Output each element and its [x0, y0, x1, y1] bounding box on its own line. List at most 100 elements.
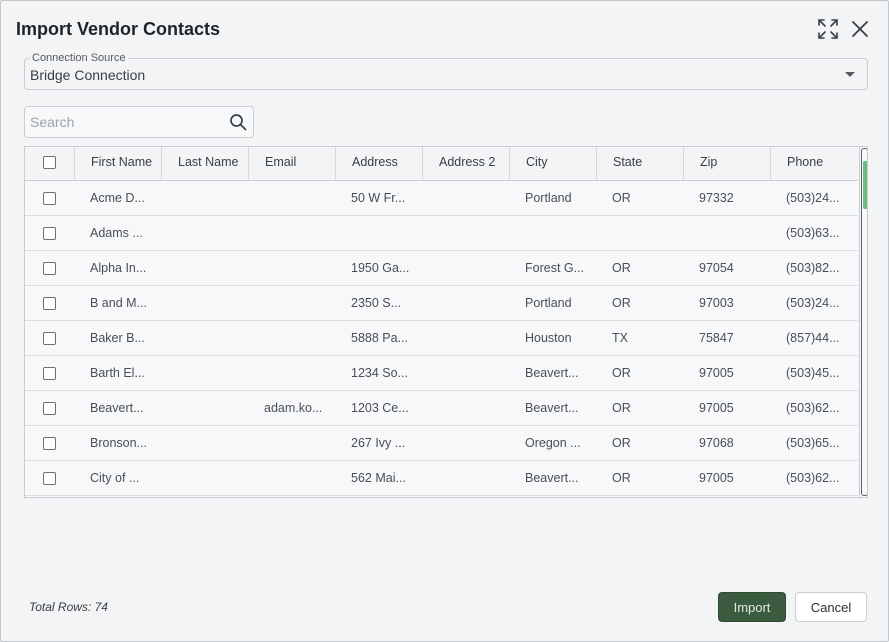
cell-first-name: Alpha In... — [90, 261, 147, 275]
cell-state: OR — [612, 191, 631, 205]
cell-first-name: Barth El... — [90, 366, 145, 380]
connection-source-value: Bridge Connection — [30, 67, 146, 83]
column-header-zip[interactable]: Zip — [683, 147, 770, 180]
connection-source-select[interactable]: Connection Source Bridge Connection — [24, 52, 868, 90]
cell-city: Houston — [525, 331, 572, 345]
cell-address-2 — [422, 216, 509, 250]
cell-last-name — [161, 216, 248, 250]
row-checkbox[interactable] — [43, 402, 56, 415]
expand-icon[interactable] — [816, 17, 840, 41]
table-row[interactable]: B and M... 2350 S... Portland OR 97003 (503)2… — [25, 286, 858, 321]
cell-city: Beavert... — [525, 366, 579, 380]
cell-address — [335, 216, 422, 250]
row-checkbox[interactable] — [43, 192, 56, 205]
cell-address-2 — [422, 461, 509, 495]
select-all-checkbox[interactable] — [43, 156, 56, 169]
cell-first-name: Beavert... — [90, 401, 144, 415]
cell-email — [248, 251, 335, 285]
cell-phone: (503)82... — [786, 261, 840, 275]
cell-state: OR — [612, 366, 631, 380]
cell-city: Forest G... — [525, 261, 585, 275]
column-header-address-2[interactable]: Address 2 — [422, 147, 509, 180]
cell-state: OR — [612, 471, 631, 485]
cell-zip — [683, 216, 770, 250]
cell-address-2 — [422, 251, 509, 285]
cell-city — [509, 216, 596, 250]
cell-address-2 — [422, 426, 509, 460]
import-button[interactable]: Import — [718, 592, 786, 622]
cell-phone: (503)62... — [786, 471, 840, 485]
table-scrollbar[interactable] — [859, 147, 867, 497]
table-row[interactable]: Barth El... 1234 So... Beavert... OR 97005 (5… — [25, 356, 858, 391]
cell-address-2 — [422, 321, 509, 355]
cell-zip: 97068 — [699, 436, 734, 450]
table-row[interactable]: City of ... 562 Mai... Beavert... OR 97005 (5… — [25, 461, 858, 496]
cell-address: 2350 S... — [351, 296, 402, 310]
search-icon[interactable] — [229, 113, 247, 131]
column-header-email[interactable]: Email — [248, 147, 335, 180]
close-icon[interactable] — [848, 17, 872, 41]
cell-first-name: Adams ... — [90, 226, 143, 240]
cell-phone: (503)24... — [786, 296, 840, 310]
chevron-down-icon[interactable] — [845, 72, 855, 77]
row-checkbox[interactable] — [43, 262, 56, 275]
cell-address: 267 Ivy ... — [351, 436, 406, 450]
table-header: First Name Last Name Email Address Addre… — [25, 147, 858, 181]
cell-zip: 97003 — [699, 296, 734, 310]
cell-last-name — [161, 356, 248, 390]
cancel-button[interactable]: Cancel — [795, 592, 867, 622]
cell-email: adam.ko... — [264, 401, 323, 415]
table-row[interactable]: Adams ... (503)63... — [25, 216, 858, 251]
row-checkbox[interactable] — [43, 367, 56, 380]
cell-first-name: Bronson... — [90, 436, 147, 450]
table-row[interactable]: Baker B... 5888 Pa... Houston TX 75847 (857)4… — [25, 321, 858, 356]
scrollbar-thumb[interactable] — [863, 161, 867, 209]
cell-state: TX — [612, 331, 628, 345]
cell-email — [248, 216, 335, 250]
cell-phone: (503)65... — [786, 436, 840, 450]
cell-phone: (857)44... — [786, 331, 840, 345]
cell-state: OR — [612, 436, 631, 450]
cell-last-name — [161, 251, 248, 285]
import-vendor-contacts-dialog: Import Vendor Contacts Connection Source… — [0, 0, 889, 642]
contacts-table: First Name Last Name Email Address Addre… — [24, 146, 868, 498]
column-header-state[interactable]: State — [596, 147, 683, 180]
column-header-last-name[interactable]: Last Name — [161, 147, 248, 180]
cell-zip: 75847 — [699, 331, 734, 345]
scrollbar-track[interactable] — [861, 148, 867, 496]
cell-email — [248, 321, 335, 355]
cell-address: 5888 Pa... — [351, 331, 408, 345]
cell-last-name — [161, 426, 248, 460]
cell-phone: (503)62... — [786, 401, 840, 415]
column-header-first-name[interactable]: First Name — [74, 147, 161, 180]
cell-address: 562 Mai... — [351, 471, 406, 485]
cell-city: Beavert... — [525, 401, 579, 415]
cell-phone: (503)24... — [786, 191, 840, 205]
cell-state: OR — [612, 296, 631, 310]
column-header-address[interactable]: Address — [335, 147, 422, 180]
cell-last-name — [161, 321, 248, 355]
cell-last-name — [161, 181, 248, 215]
cell-state: OR — [612, 401, 631, 415]
row-checkbox[interactable] — [43, 227, 56, 240]
total-rows-count: Total Rows: 74 — [29, 600, 108, 614]
cell-state — [596, 216, 683, 250]
row-checkbox[interactable] — [43, 472, 56, 485]
table-row[interactable]: Acme D... 50 W Fr... Portland OR 97332 (503)2… — [25, 181, 858, 216]
cell-first-name: City of ... — [90, 471, 140, 485]
cell-address: 50 W Fr... — [351, 191, 406, 205]
column-header-city[interactable]: City — [509, 147, 596, 180]
row-checkbox[interactable] — [43, 297, 56, 310]
table-row[interactable]: Bronson... 267 Ivy ... Oregon ... OR 97068 (5… — [25, 426, 858, 461]
cell-address: 1203 Ce... — [351, 401, 409, 415]
table-row[interactable]: Alpha In... 1950 Ga... Forest G... OR 97054 (… — [25, 251, 858, 286]
cell-address-2 — [422, 286, 509, 320]
search-input[interactable] — [30, 114, 220, 130]
cell-email — [248, 461, 335, 495]
connection-source-label: Connection Source — [30, 52, 128, 64]
row-checkbox[interactable] — [43, 332, 56, 345]
column-header-phone[interactable]: Phone — [770, 147, 858, 180]
row-checkbox[interactable] — [43, 437, 56, 450]
table-row[interactable]: Beavert... adam.ko... 1203 Ce... Beavert...… — [25, 391, 858, 426]
cell-email — [248, 286, 335, 320]
